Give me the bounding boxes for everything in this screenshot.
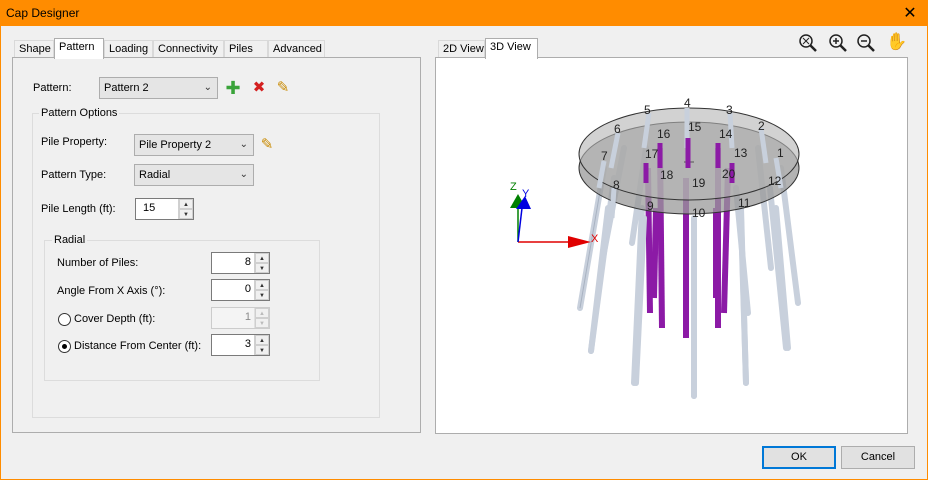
pencil-icon[interactable]: ✎ <box>274 79 292 97</box>
angle-from-x-stepper[interactable]: 0 ▲ ▼ <box>211 279 270 301</box>
spin-down-icon[interactable]: ▼ <box>179 209 193 219</box>
chevron-down-icon: ⌄ <box>239 139 248 150</box>
pattern-select-value: Pattern 2 <box>104 82 149 94</box>
pattern-label: Pattern: <box>33 82 72 94</box>
axis-y-label: Y <box>522 188 530 200</box>
pile-label-10: 10 <box>692 206 706 220</box>
axis-z-label: Z <box>510 181 517 193</box>
pile-label-2: 2 <box>758 119 765 133</box>
pile-property-label: Pile Property: <box>41 136 108 148</box>
pan-hand-icon[interactable]: ✋ <box>886 33 907 51</box>
pattern-type-value: Radial <box>139 169 171 181</box>
tab-advanced[interactable]: Advanced <box>268 40 325 58</box>
pile-label-4: 4 <box>684 96 691 110</box>
pile-length-label: Pile Length (ft): <box>41 203 116 215</box>
cancel-button[interactable]: Cancel <box>841 446 915 469</box>
pile-property-select[interactable]: Pile Property 2 ⌄ <box>134 134 254 156</box>
distance-from-center-value: 3 <box>244 338 251 350</box>
close-icon[interactable]: ✕ <box>902 3 918 23</box>
spin-up-icon[interactable]: ▲ <box>179 199 193 209</box>
pile-label-7: 7 <box>601 149 608 163</box>
pile-label-1: 1 <box>777 146 784 160</box>
pattern-select[interactable]: Pattern 2 ⌄ <box>99 77 218 99</box>
tab-connectivity[interactable]: Connectivity <box>153 40 224 58</box>
ok-button[interactable]: OK <box>762 446 836 469</box>
tab-2d-view[interactable]: 2D View <box>438 40 485 58</box>
pile-label-3: 3 <box>726 103 733 117</box>
axis-x-label: X <box>591 233 599 245</box>
spin-up-icon[interactable]: ▲ <box>255 280 269 290</box>
pile-label-12: 12 <box>768 174 782 188</box>
pile-label-8: 8 <box>613 178 620 192</box>
number-of-piles-stepper[interactable]: 8 ▲ ▼ <box>211 252 270 274</box>
pile-label-16: 16 <box>657 127 671 141</box>
spin-down-icon[interactable]: ▼ <box>255 263 269 273</box>
delete-icon[interactable]: ✖ <box>250 79 268 97</box>
spin-down-icon[interactable]: ▼ <box>255 345 269 355</box>
pile-label-17: 17 <box>645 147 659 161</box>
spin-up-icon[interactable]: ▲ <box>255 335 269 345</box>
tab-piles[interactable]: Piles <box>224 40 268 58</box>
tab-pattern[interactable]: Pattern <box>54 38 104 59</box>
pile-length-stepper[interactable]: 15 ▲ ▼ <box>135 198 194 220</box>
pattern-options-title: Pattern Options <box>39 107 120 119</box>
radial-title: Radial <box>52 234 88 246</box>
distance-from-center-label: Distance From Center (ft): <box>74 340 202 352</box>
zoom-in-icon[interactable] <box>828 33 848 53</box>
pile-property-value: Pile Property 2 <box>139 139 212 151</box>
axis-triad: X Y Z <box>510 181 599 248</box>
pile-label-9: 9 <box>647 199 654 213</box>
distance-from-center-stepper[interactable]: 3 ▲ ▼ <box>211 334 270 356</box>
chevron-down-icon: ⌄ <box>239 169 248 180</box>
pile-label-19: 19 <box>692 176 706 190</box>
pile-label-13: 13 <box>734 146 748 160</box>
number-of-piles-value: 8 <box>244 256 251 268</box>
chevron-down-icon: ⌄ <box>203 82 212 93</box>
add-icon[interactable]: ✚ <box>224 79 242 97</box>
spin-up-icon: ▲ <box>255 308 269 318</box>
title-bar: Cap Designer ✕ <box>0 0 928 26</box>
pile-label-14: 14 <box>719 127 733 141</box>
distance-from-center-radio[interactable] <box>58 340 71 353</box>
spin-up-icon[interactable]: ▲ <box>255 253 269 263</box>
zoom-extents-icon[interactable] <box>798 33 818 53</box>
pile-length-value: 15 <box>143 202 156 214</box>
pile-label-11: 11 <box>738 196 751 210</box>
cover-depth-label: Cover Depth (ft): <box>74 313 156 325</box>
window-title: Cap Designer <box>6 6 80 20</box>
spin-down-icon: ▼ <box>255 318 269 328</box>
pile-label-15: 15 <box>688 120 702 134</box>
pile-label-18: 18 <box>660 168 674 182</box>
pile-label-5: 5 <box>644 103 651 117</box>
tab-shape[interactable]: Shape <box>14 40 54 58</box>
piles-gray-front <box>588 205 791 399</box>
number-of-piles-label: Number of Piles: <box>57 257 139 269</box>
pile-label-6: 6 <box>614 122 621 136</box>
3d-view-canvas[interactable]: 1 2 3 4 5 6 7 8 9 10 11 12 13 14 15 16 1… <box>435 57 908 434</box>
zoom-out-icon[interactable] <box>856 33 876 53</box>
spin-down-icon[interactable]: ▼ <box>255 290 269 300</box>
cover-depth-stepper: 1 ▲ ▼ <box>211 307 270 329</box>
angle-from-x-label: Angle From X Axis (°): <box>57 285 166 297</box>
pattern-type-select[interactable]: Radial ⌄ <box>134 164 254 186</box>
pattern-type-label: Pattern Type: <box>41 169 107 181</box>
pencil-icon[interactable]: ✎ <box>258 136 276 154</box>
tab-loading[interactable]: Loading <box>104 40 153 58</box>
cover-depth-radio[interactable] <box>58 313 71 326</box>
pile-label-20: 20 <box>722 167 736 181</box>
3d-scene: 1 2 3 4 5 6 7 8 9 10 11 12 13 14 15 16 1… <box>510 96 801 399</box>
tab-3d-view[interactable]: 3D View <box>485 38 538 59</box>
cover-depth-value: 1 <box>244 311 251 323</box>
angle-from-x-value: 0 <box>244 283 251 295</box>
